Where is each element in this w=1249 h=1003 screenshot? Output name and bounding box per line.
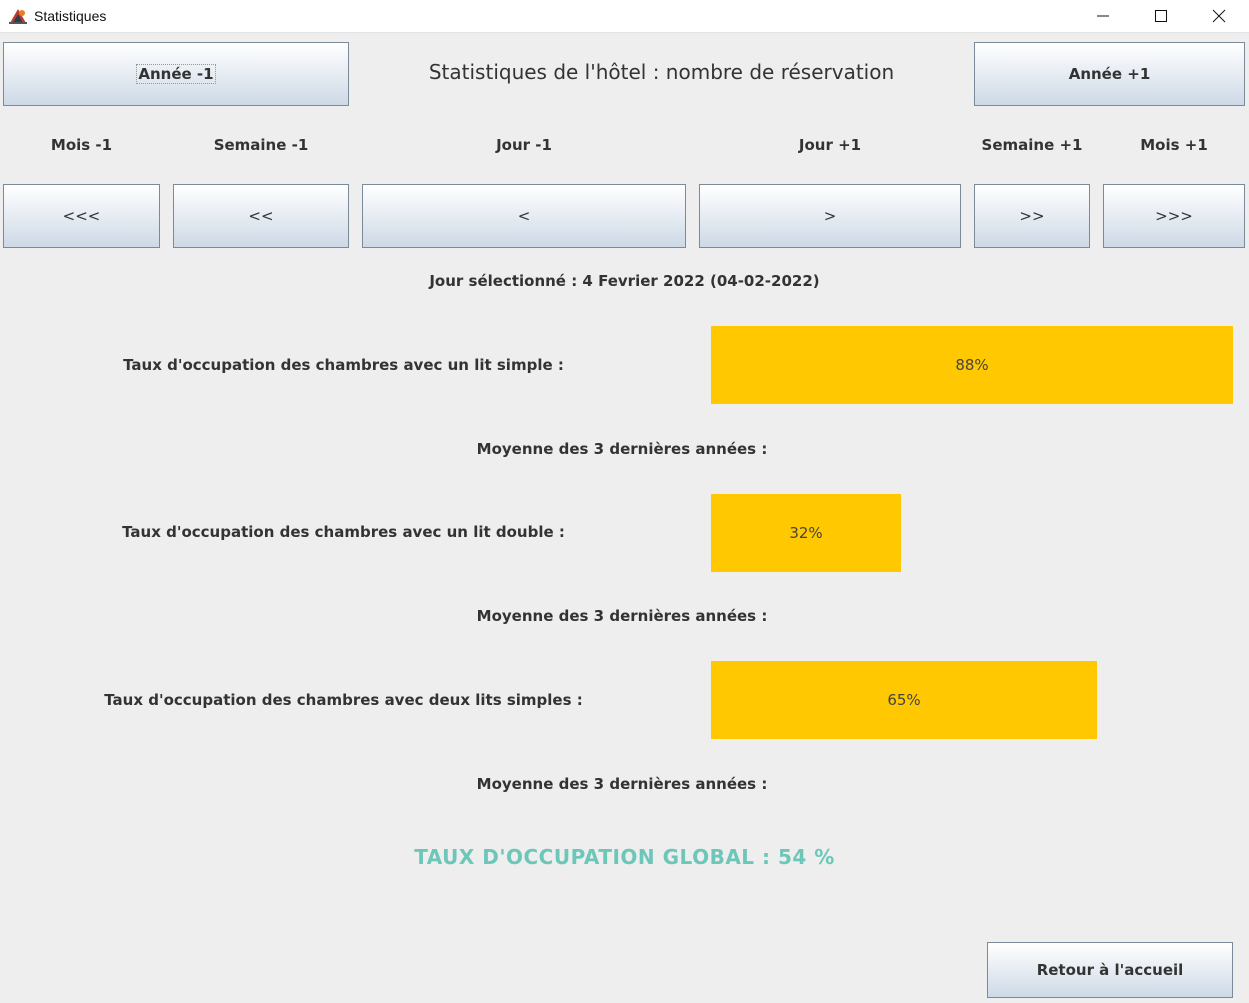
selected-day-text: Jour sélectionné : 4 Fevrier 2022 (04-02… (429, 272, 820, 290)
caption-week-prev: Semaine -1 (213, 136, 309, 154)
week-prev-label: << (248, 207, 274, 225)
occupancy-twin-label: Taux d'occupation des chambres avec deux… (104, 691, 583, 709)
caption-day-prev: Jour -1 (496, 136, 552, 154)
occupancy-double-value: 32% (789, 524, 823, 542)
previous-year-button[interactable]: Année -1 (3, 42, 349, 106)
next-year-button[interactable]: Année +1 (974, 42, 1245, 106)
close-button[interactable] (1190, 0, 1248, 32)
occupancy-single-bar: 88% (711, 326, 1233, 404)
window-title: Statistiques (34, 8, 107, 24)
month-prev-button[interactable]: <<< (3, 184, 160, 248)
occupancy-double-average: Moyenne des 3 dernières années : (476, 607, 768, 625)
minimize-icon (1097, 15, 1109, 17)
caption-month-prev: Mois -1 (50, 136, 113, 154)
month-next-button[interactable]: >>> (1103, 184, 1245, 248)
month-prev-label: <<< (62, 207, 101, 225)
occupancy-single-label: Taux d'occupation des chambres avec un l… (123, 356, 564, 374)
maximize-icon (1155, 10, 1167, 22)
back-home-button[interactable]: Retour à l'accueil (987, 942, 1233, 998)
week-next-button[interactable]: >> (974, 184, 1090, 248)
occupancy-twin-value: 65% (887, 691, 921, 709)
week-prev-button[interactable]: << (173, 184, 349, 248)
day-next-button[interactable]: > (699, 184, 961, 248)
previous-year-label: Année -1 (136, 64, 216, 84)
maximize-button[interactable] (1132, 0, 1190, 32)
occupancy-twin-bar: 65% (711, 661, 1097, 739)
occupancy-double-bar: 32% (711, 494, 901, 572)
month-next-label: >>> (1155, 207, 1193, 225)
next-year-label: Année +1 (1068, 65, 1151, 83)
occupancy-twin-average: Moyenne des 3 dernières années : (476, 775, 768, 793)
caption-month-next: Mois +1 (1140, 136, 1208, 154)
day-prev-button[interactable]: < (362, 184, 686, 248)
window-titlebar: Statistiques (0, 0, 1249, 33)
week-next-label: >> (1019, 207, 1045, 225)
page-title: Statistiques de l'hôtel : nombre de rése… (428, 60, 895, 84)
occupancy-single-average: Moyenne des 3 dernières années : (476, 440, 768, 458)
caption-day-next: Jour +1 (798, 136, 862, 154)
occupancy-single-value: 88% (955, 356, 989, 374)
java-app-icon (8, 7, 28, 25)
global-occupancy-rate: TAUX D'OCCUPATION GLOBAL : 54 % (414, 845, 835, 869)
close-icon (1212, 9, 1226, 23)
day-prev-label: < (517, 207, 531, 225)
back-home-label: Retour à l'accueil (1036, 961, 1184, 979)
minimize-button[interactable] (1074, 0, 1132, 32)
caption-week-next: Semaine +1 (981, 136, 1083, 154)
day-next-label: > (823, 207, 837, 225)
occupancy-double-label: Taux d'occupation des chambres avec un l… (122, 523, 565, 541)
